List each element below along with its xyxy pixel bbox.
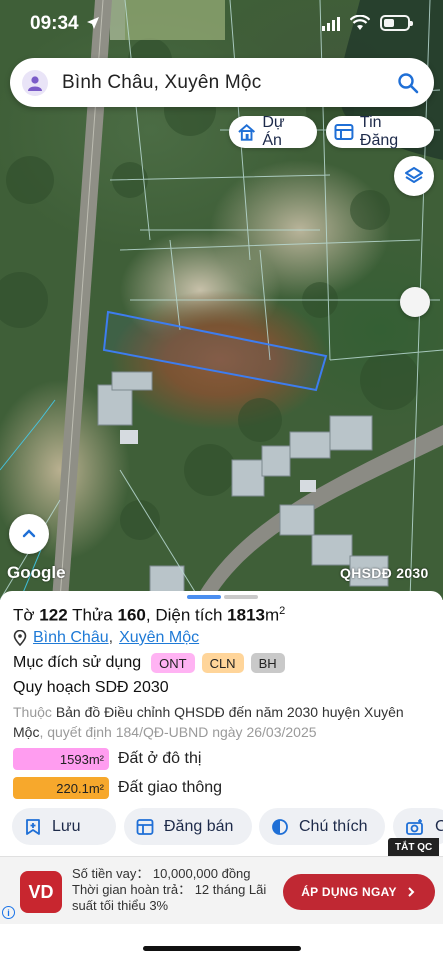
parcel-location: Bình Châu, Xuyên Mộc	[13, 629, 199, 647]
search-icon[interactable]	[396, 71, 420, 95]
signal-icon	[322, 17, 340, 31]
ad-copy: Số tiền vay： 10,000,000 đồng Thời gian h…	[72, 866, 267, 913]
building-icon	[238, 123, 256, 141]
legend-label: Chú thích	[299, 817, 368, 835]
google-attribution: Google	[7, 563, 66, 582]
bookmark-add-icon	[26, 818, 40, 835]
user-icon	[28, 75, 42, 91]
status-bar: 09:34	[0, 0, 443, 48]
ad-banner[interactable]: VD Số tiền vay： 10,000,000 đồng Thời gia…	[0, 856, 443, 924]
location-dot-button[interactable]	[400, 287, 430, 317]
area-value: 220.1m²	[13, 777, 109, 799]
area-row: 1593m² Đất ở đô thị	[13, 748, 201, 770]
plan-title: Quy hoạch SDĐ 2030	[13, 679, 169, 696]
map-pin-icon	[13, 630, 27, 646]
ad-info-icon[interactable]: i	[2, 906, 15, 919]
post-for-sale-button[interactable]: Đăng bán	[124, 808, 252, 845]
projects-chip[interactable]: Dự Án	[229, 114, 317, 149]
district-link[interactable]: Xuyên Mộc	[119, 629, 199, 647]
map-layer-label: QHSDĐ 2030	[340, 565, 429, 581]
search-input[interactable]: Bình Châu, Xuyên Mộc	[62, 72, 396, 94]
plan-description: Thuộc Bản đồ Điều chỉnh QHSDĐ đến năm 20…	[13, 704, 404, 740]
legend-button[interactable]: Chú thích	[259, 808, 385, 845]
chevron-right-icon	[408, 887, 415, 897]
advertiser-logo: VD	[20, 871, 62, 913]
parcel-sheet: Tờ 122 Thửa 160, Diện tích 1813m2 Bình C…	[0, 591, 443, 858]
apply-now-label: ÁP DỤNG NGAY	[301, 885, 397, 899]
listings-chip[interactable]: Tin Đăng	[326, 114, 434, 149]
avatar[interactable]	[22, 69, 48, 96]
contrast-icon	[272, 818, 288, 835]
listing-icon	[334, 124, 354, 140]
home-indicator[interactable]	[143, 946, 301, 951]
post-label: Đăng bán	[164, 817, 234, 835]
layers-button[interactable]	[394, 156, 434, 196]
sheet-handle[interactable]	[224, 595, 258, 599]
save-label: Lưu	[52, 817, 81, 835]
area-label: Đất giao thông	[118, 779, 223, 796]
search-bar[interactable]: Bình Châu, Xuyên Mộc	[10, 58, 434, 107]
land-use-label: Mục đích sử dụng	[13, 654, 142, 671]
battery-icon	[380, 15, 413, 31]
sheet-handle-active[interactable]	[187, 595, 221, 599]
area-row: 220.1m² Đất giao thông	[13, 777, 222, 799]
area-label: Đất ở đô thị	[118, 750, 202, 767]
expand-up-button[interactable]	[9, 514, 49, 554]
layers-icon	[405, 167, 423, 183]
chevron-up-icon	[22, 529, 36, 538]
apply-now-button[interactable]: ÁP DỤNG NGAY	[283, 874, 435, 910]
location-arrow-icon	[87, 17, 99, 29]
listing-icon	[136, 818, 154, 835]
clock: 09:34	[30, 13, 79, 34]
listings-chip-label: Tin Đăng	[359, 114, 399, 149]
parcel-title: Tờ 122 Thửa 160, Diện tích 1813m2	[13, 605, 286, 625]
area-value: 1593m²	[13, 748, 109, 770]
land-use-badge[interactable]: CLN	[201, 653, 244, 673]
more-action-label: C	[435, 817, 443, 835]
camera-add-icon	[406, 818, 423, 835]
ward-link[interactable]: Bình Châu	[33, 629, 109, 647]
wifi-icon	[350, 15, 370, 30]
land-use-badge[interactable]: ONT	[151, 653, 195, 673]
projects-chip-label: Dự Án	[262, 114, 285, 149]
land-use-row: Mục đích sử dụng ONT CLN BH	[13, 653, 285, 673]
close-ad-button[interactable]: TẮT QC	[388, 838, 440, 856]
land-use-badge[interactable]: BH	[250, 653, 285, 673]
save-button[interactable]: Lưu	[12, 808, 116, 845]
